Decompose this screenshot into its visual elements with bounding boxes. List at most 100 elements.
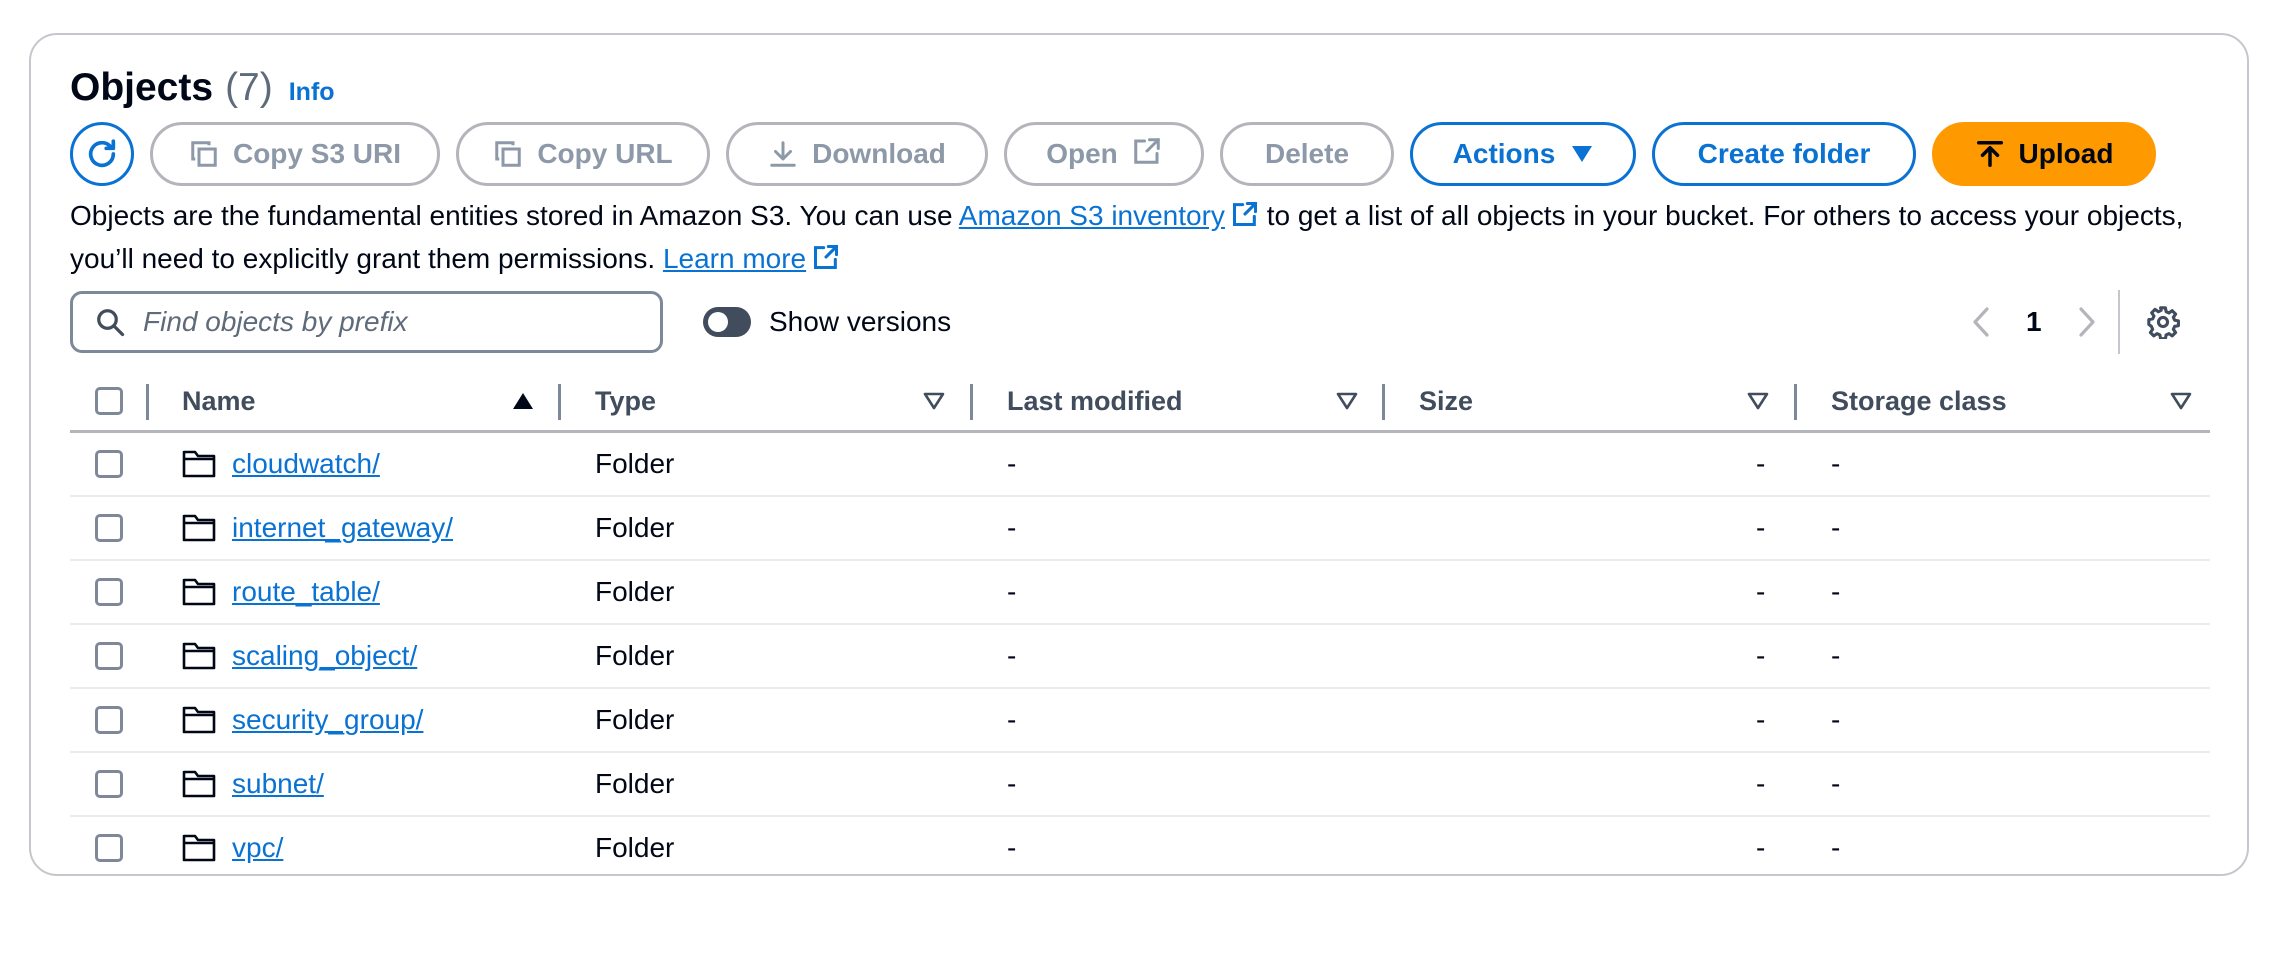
- page-title: Objects: [70, 66, 214, 109]
- open-button[interactable]: Open: [1004, 122, 1204, 186]
- row-checkbox[interactable]: [95, 578, 123, 606]
- row-checkbox[interactable]: [95, 642, 123, 670]
- object-count: (7): [225, 66, 273, 109]
- toolbar: Copy S3 URI Copy URL Download Open Delet…: [70, 122, 2172, 186]
- object-last-modified: -: [1007, 704, 1017, 735]
- folder-icon: [182, 641, 216, 671]
- folder-icon: [182, 833, 216, 863]
- column-divider[interactable]: [1794, 384, 1797, 420]
- column-header-type[interactable]: Type: [595, 372, 656, 430]
- object-type: Folder: [595, 704, 675, 735]
- table-row: subnet/ Folder - - -: [70, 753, 2210, 817]
- column-divider: [146, 384, 149, 420]
- column-divider[interactable]: [558, 384, 561, 420]
- object-name-link[interactable]: cloudwatch/: [232, 448, 380, 480]
- select-all-checkbox[interactable]: [95, 387, 123, 415]
- create-folder-button[interactable]: Create folder: [1652, 122, 1916, 186]
- table-row: scaling_object/ Folder - - -: [70, 625, 2210, 689]
- object-name-link[interactable]: route_table/: [232, 576, 380, 608]
- folder-icon: [182, 449, 216, 479]
- search-icon: [97, 309, 125, 337]
- object-size: -: [1756, 576, 1766, 607]
- search-box: [70, 291, 663, 353]
- refresh-icon: [88, 139, 116, 168]
- table-body: cloudwatch/ Folder - - - internet_gatewa…: [70, 433, 2210, 879]
- objects-description: Objects are the fundamental entities sto…: [70, 196, 2220, 282]
- download-button[interactable]: Download: [726, 122, 988, 186]
- delete-button[interactable]: Delete: [1220, 122, 1394, 186]
- object-storage-class: -: [1831, 704, 1841, 735]
- object-type: Folder: [595, 448, 675, 479]
- column-divider[interactable]: [970, 384, 973, 420]
- object-size: -: [1756, 704, 1766, 735]
- object-type: Folder: [595, 640, 675, 671]
- column-header-name[interactable]: Name: [182, 372, 256, 430]
- table-row: security_group/ Folder - - -: [70, 689, 2210, 753]
- object-name-link[interactable]: subnet/: [232, 768, 324, 800]
- external-link-icon: [1132, 136, 1162, 173]
- s3-inventory-link[interactable]: Amazon S3 inventory: [959, 200, 1225, 231]
- object-type: Folder: [595, 768, 675, 799]
- object-storage-class: -: [1831, 640, 1841, 671]
- caret-down-icon: [1571, 145, 1593, 163]
- search-input[interactable]: [141, 305, 625, 339]
- external-link-icon[interactable]: [812, 242, 840, 282]
- copy-s3-uri-button[interactable]: Copy S3 URI: [150, 122, 440, 186]
- object-size: -: [1756, 512, 1766, 543]
- download-icon: [768, 139, 798, 169]
- show-versions-control: Show versions: [703, 306, 951, 338]
- pagination: 1: [1970, 290, 2180, 354]
- gear-icon[interactable]: [2146, 305, 2180, 339]
- object-type: Folder: [595, 576, 675, 607]
- show-versions-toggle[interactable]: [703, 307, 751, 337]
- object-storage-class: -: [1831, 512, 1841, 543]
- copy-url-button[interactable]: Copy URL: [456, 122, 710, 186]
- sort-icon[interactable]: [923, 372, 945, 430]
- object-last-modified: -: [1007, 448, 1017, 479]
- chevron-right-icon[interactable]: [2076, 306, 2098, 338]
- row-checkbox[interactable]: [95, 834, 123, 862]
- object-last-modified: -: [1007, 640, 1017, 671]
- sort-icon[interactable]: [1747, 372, 1769, 430]
- sort-icon[interactable]: [2170, 372, 2192, 430]
- external-link-icon[interactable]: [1231, 199, 1259, 239]
- column-header-last-modified[interactable]: Last modified: [1007, 372, 1183, 430]
- upload-button[interactable]: Upload: [1932, 122, 2156, 186]
- object-size: -: [1756, 832, 1766, 863]
- table-header: Name Type Last modified Size Storage cla…: [70, 372, 2210, 433]
- object-name-link[interactable]: security_group/: [232, 704, 423, 736]
- row-checkbox[interactable]: [95, 770, 123, 798]
- object-name-link[interactable]: internet_gateway/: [232, 512, 453, 544]
- learn-more-link[interactable]: Learn more: [663, 243, 806, 274]
- pager-divider: [2117, 290, 2120, 354]
- object-last-modified: -: [1007, 576, 1017, 607]
- column-header-size[interactable]: Size: [1419, 372, 1473, 430]
- folder-icon: [182, 705, 216, 735]
- show-versions-label: Show versions: [769, 306, 952, 337]
- sort-icon[interactable]: [1336, 372, 1358, 430]
- info-link[interactable]: Info: [289, 78, 335, 107]
- sort-ascending-icon[interactable]: [512, 372, 534, 430]
- object-size: -: [1756, 640, 1766, 671]
- copy-icon: [493, 139, 523, 169]
- object-name-link[interactable]: vpc/: [232, 832, 283, 864]
- folder-icon: [182, 577, 216, 607]
- object-last-modified: -: [1007, 512, 1017, 543]
- row-checkbox[interactable]: [95, 706, 123, 734]
- column-divider[interactable]: [1382, 384, 1385, 420]
- object-storage-class: -: [1831, 448, 1841, 479]
- refresh-button[interactable]: [70, 122, 134, 186]
- page-number[interactable]: 1: [2026, 306, 2042, 338]
- object-type: Folder: [595, 512, 675, 543]
- row-checkbox[interactable]: [95, 514, 123, 542]
- object-name-link[interactable]: scaling_object/: [232, 640, 417, 672]
- table-row: vpc/ Folder - - -: [70, 817, 2210, 879]
- upload-icon: [1975, 139, 2005, 169]
- copy-icon: [189, 139, 219, 169]
- actions-dropdown-button[interactable]: Actions: [1410, 122, 1636, 186]
- column-header-storage-class[interactable]: Storage class: [1831, 372, 2007, 430]
- objects-table: Name Type Last modified Size Storage cla…: [70, 372, 2210, 879]
- row-checkbox[interactable]: [95, 450, 123, 478]
- object-type: Folder: [595, 832, 675, 863]
- chevron-left-icon[interactable]: [1970, 306, 1992, 338]
